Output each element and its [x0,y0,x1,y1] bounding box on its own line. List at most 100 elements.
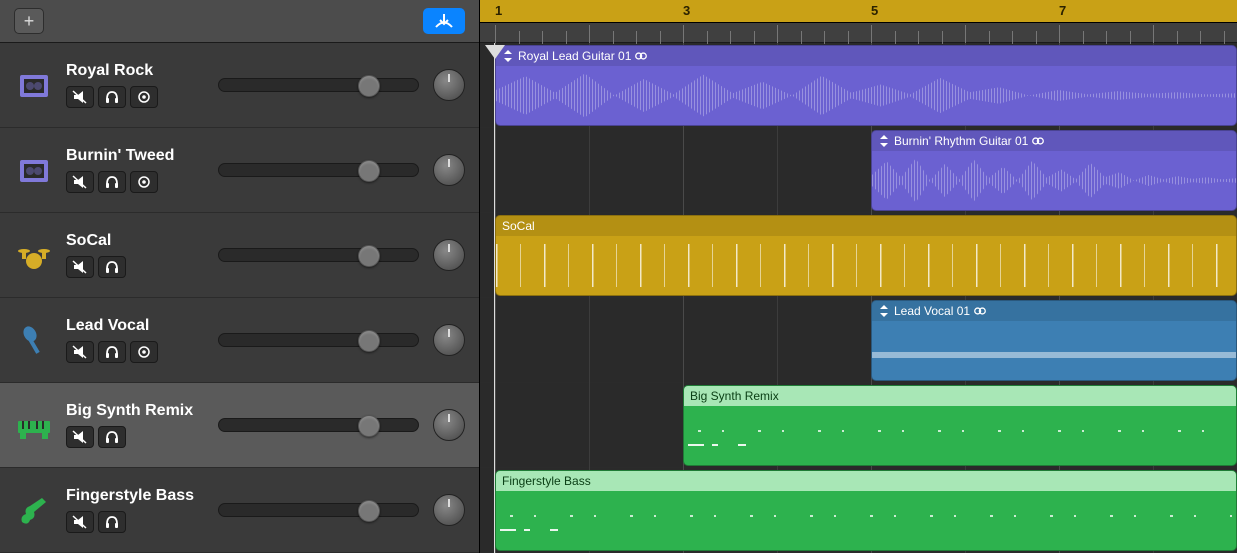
region-header: Royal Lead Guitar 01 [496,46,1236,66]
track-instrument-icon [14,320,54,360]
track-instrument-icon [14,405,54,445]
region[interactable]: Fingerstyle Bass [495,470,1237,551]
pan-knob[interactable] [433,154,465,186]
track-info: SoCal [66,232,206,278]
track-info: Royal Rock [66,62,206,108]
track-info: Big Synth Remix [66,402,206,448]
region-loop-icon [974,305,986,317]
track-name-label: SoCal [66,232,206,250]
region-name-label: Burnin' Rhythm Guitar 01 [894,134,1028,148]
track-name-label: Burnin' Tweed [66,147,206,165]
timeline: 1357 Royal Lead Guitar 01 Burnin' Rhythm… [480,0,1237,553]
ruler-bar-label: 3 [683,3,690,18]
track-instrument-icon [14,65,54,105]
mute-button[interactable] [66,86,94,108]
region-flex-icon [878,135,890,147]
region-header: Fingerstyle Bass [496,471,1236,491]
track-instrument-icon [14,490,54,530]
pan-knob[interactable] [433,69,465,101]
waveform [496,68,1236,123]
region-name-label: Lead Vocal 01 [894,304,970,318]
track-row[interactable]: Royal Rock [0,43,479,128]
volume-slider[interactable] [218,503,419,517]
waveform [872,352,1236,358]
track-sidebar: + Royal Rock Burnin' Tweed [0,0,480,553]
track-row[interactable]: Big Synth Remix [0,383,479,468]
volume-thumb[interactable] [358,75,380,97]
region-name-label: SoCal [502,219,535,233]
volume-thumb[interactable] [358,500,380,522]
arrangement-area[interactable]: Royal Lead Guitar 01 Burnin' Rhythm Guit… [480,43,1237,553]
track-name-label: Royal Rock [66,62,206,80]
volume-slider[interactable] [218,248,419,262]
pan-knob[interactable] [433,494,465,526]
volume-thumb[interactable] [358,330,380,352]
mute-button[interactable] [66,256,94,278]
track-row[interactable]: SoCal [0,213,479,298]
catch-playhead-button[interactable] [423,8,465,34]
region[interactable]: Burnin' Rhythm Guitar 01 [871,130,1237,211]
sidebar-header: + [0,0,479,43]
region[interactable]: SoCal [495,215,1237,296]
region-name-label: Big Synth Remix [690,389,779,403]
region-header: SoCal [496,216,1236,236]
solo-headphones-button[interactable] [98,426,126,448]
solo-headphones-button[interactable] [98,171,126,193]
track-row[interactable]: Lead Vocal [0,298,479,383]
mute-button[interactable] [66,426,94,448]
volume-slider[interactable] [218,418,419,432]
volume-slider[interactable] [218,333,419,347]
pan-knob[interactable] [433,239,465,271]
track-row[interactable]: Fingerstyle Bass [0,468,479,553]
midi-notes [688,410,1232,461]
sub-ruler[interactable] [480,23,1237,43]
region-header: Burnin' Rhythm Guitar 01 [872,131,1236,151]
region-name-label: Fingerstyle Bass [502,474,591,488]
volume-slider[interactable] [218,163,419,177]
region-header: Lead Vocal 01 [872,301,1236,321]
region[interactable]: Lead Vocal 01 [871,300,1237,381]
track-name-label: Fingerstyle Bass [66,487,206,505]
ruler-bar-label: 1 [495,3,502,18]
solo-headphones-button[interactable] [98,86,126,108]
region-header: Big Synth Remix [684,386,1236,406]
midi-notes [500,495,1232,546]
track-info: Lead Vocal [66,317,206,363]
track-info: Fingerstyle Bass [66,487,206,533]
volume-slider[interactable] [218,78,419,92]
playhead[interactable] [485,45,505,59]
pan-knob[interactable] [433,409,465,441]
waveform [872,153,1236,208]
region-flex-icon [878,305,890,317]
input-monitor-button[interactable] [130,86,158,108]
track-name-label: Lead Vocal [66,317,206,335]
region-name-label: Royal Lead Guitar 01 [518,49,631,63]
region[interactable]: Big Synth Remix [683,385,1237,466]
ruler[interactable]: 1357 [480,0,1237,23]
cycle-region[interactable] [480,0,1237,22]
track-instrument-icon [14,235,54,275]
region[interactable]: Royal Lead Guitar 01 [495,45,1237,126]
add-track-button[interactable]: + [14,8,44,34]
waveform [496,244,1236,287]
pan-knob[interactable] [433,324,465,356]
solo-headphones-button[interactable] [98,256,126,278]
track-info: Burnin' Tweed [66,147,206,193]
region-loop-icon [635,50,647,62]
mute-button[interactable] [66,171,94,193]
volume-thumb[interactable] [358,415,380,437]
mute-button[interactable] [66,341,94,363]
input-monitor-button[interactable] [130,171,158,193]
solo-headphones-button[interactable] [98,341,126,363]
track-row[interactable]: Burnin' Tweed [0,128,479,213]
volume-thumb[interactable] [358,160,380,182]
ruler-bar-label: 5 [871,3,878,18]
input-monitor-button[interactable] [130,341,158,363]
track-instrument-icon [14,150,54,190]
track-name-label: Big Synth Remix [66,402,206,420]
mute-button[interactable] [66,511,94,533]
region-loop-icon [1032,135,1044,147]
solo-headphones-button[interactable] [98,511,126,533]
volume-thumb[interactable] [358,245,380,267]
playhead-line [494,43,495,553]
